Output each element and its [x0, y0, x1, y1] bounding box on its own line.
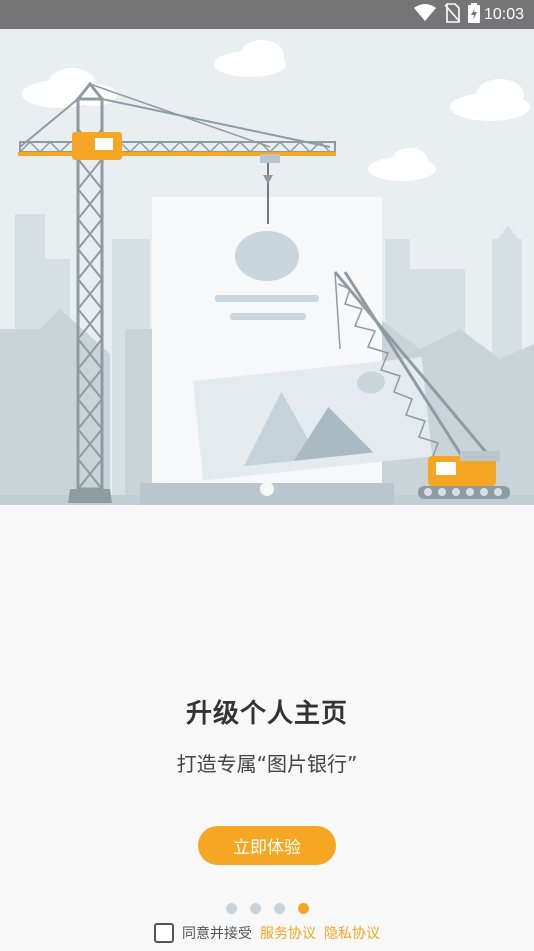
agree-checkbox[interactable]: [154, 923, 174, 943]
page-title: 升级个人主页: [185, 699, 348, 729]
agree-text: 同意并接受: [182, 926, 252, 942]
try-now-button[interactable]: 立即体验: [198, 826, 336, 865]
page-indicator: [0, 903, 534, 914]
wifi-icon: [413, 3, 436, 26]
page-subtitle: 打造专属“图片银行”: [176, 752, 358, 776]
hero-illustration: [0, 29, 534, 505]
page-dot: [273, 903, 285, 914]
status-icons: [413, 2, 480, 27]
status-time: 10:03: [483, 5, 524, 23]
cloud-shape: [214, 40, 286, 77]
privacy-policy-link[interactable]: 隐私协议: [324, 923, 380, 943]
battery-charging-icon: [467, 2, 480, 27]
service-agreement-link[interactable]: 服务协议: [260, 923, 316, 943]
agreement-row: 同意并接受 服务协议 隐私协议: [0, 921, 534, 945]
page-dot: [225, 903, 237, 914]
cloud-shape: [450, 79, 530, 121]
status-bar: 10:03: [0, 0, 534, 29]
page-dot: [249, 903, 261, 914]
page-dot-active: [297, 903, 309, 914]
cloud-shape: [368, 148, 436, 181]
no-sim-icon: [444, 2, 461, 27]
